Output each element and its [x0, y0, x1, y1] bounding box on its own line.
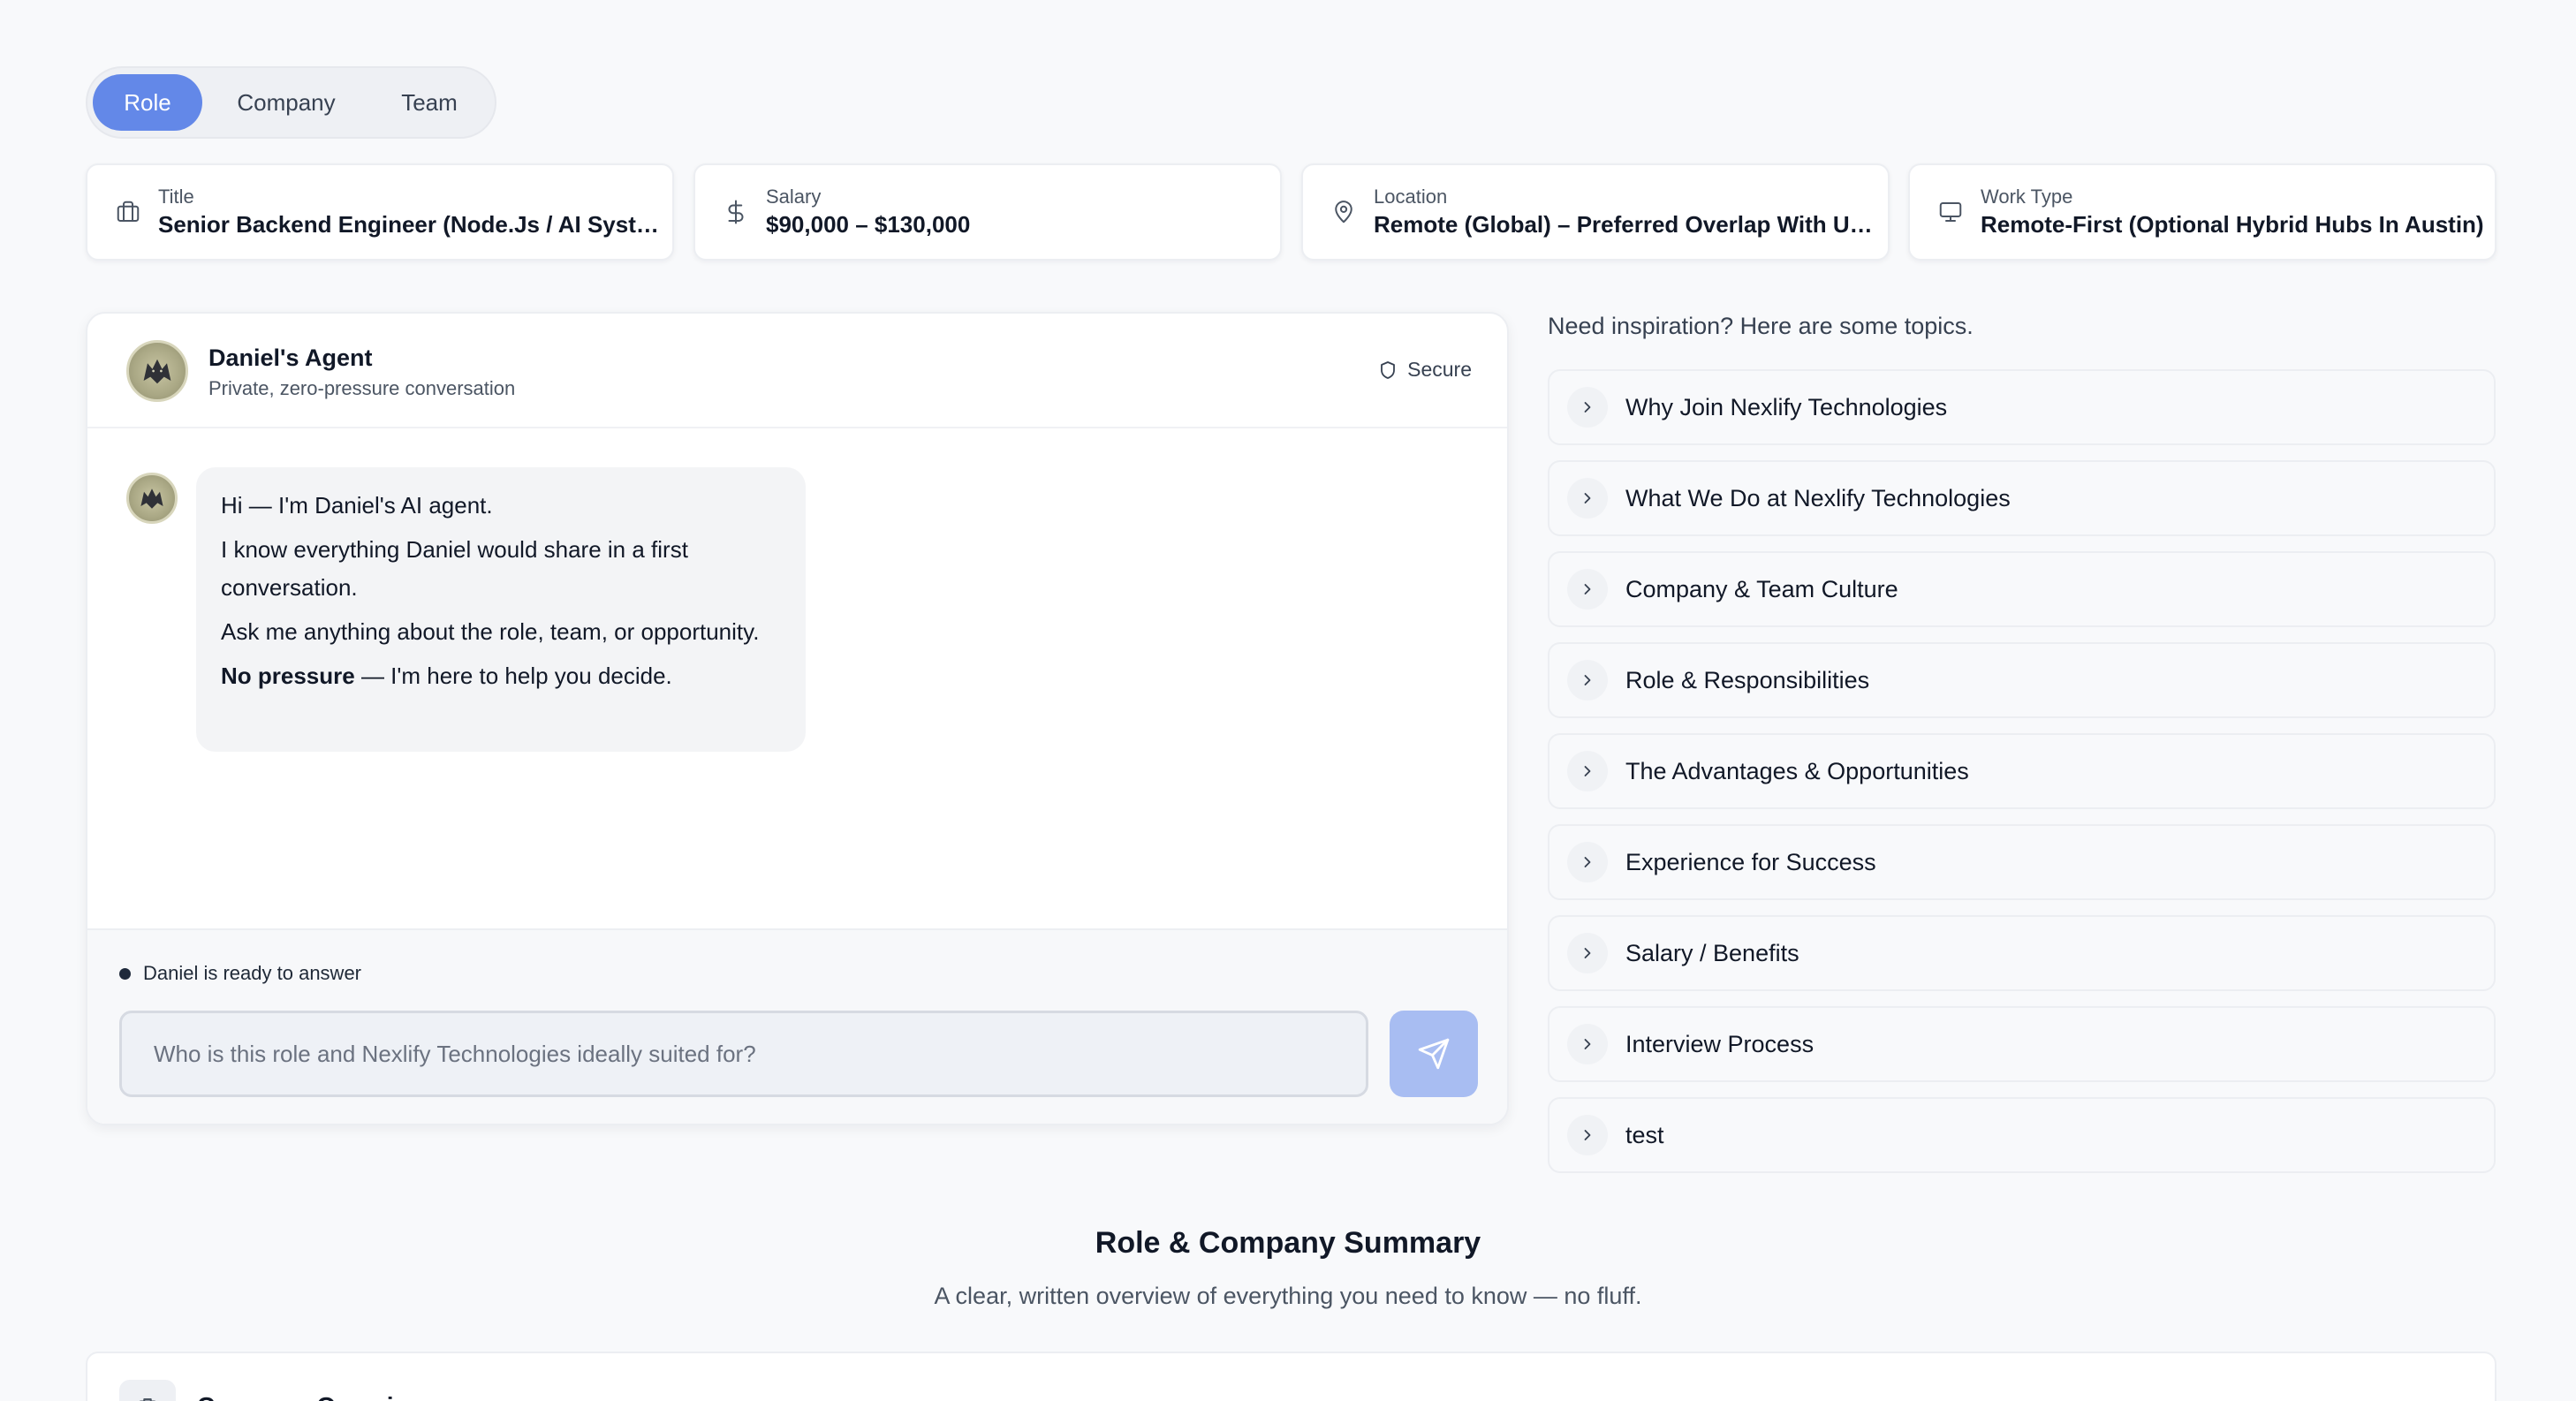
company-overview-title: Company Overview — [197, 1392, 427, 1401]
tab-team[interactable]: Team — [370, 74, 489, 131]
topic-label: What We Do at Nexlify Technologies — [1625, 484, 2011, 511]
building-icon — [119, 1380, 176, 1401]
chat-footer: Daniel is ready to answer — [87, 928, 1507, 1124]
topic-label: Experience for Success — [1625, 848, 1876, 875]
chevron-right-icon — [1567, 569, 1608, 610]
topic-label: Why Join Nexlify Technologies — [1625, 393, 1948, 420]
salary-value: $90,000 – $130,000 — [766, 211, 971, 238]
topic-item[interactable]: Company & Team Culture — [1548, 551, 2496, 627]
topic-label: Role & Responsibilities — [1625, 666, 1870, 693]
title-card: Title Senior Backend Engineer (Node.Js /… — [86, 163, 674, 261]
tab-company[interactable]: Company — [202, 74, 370, 131]
agent-message-bubble: Hi — I'm Daniel's AI agent. I know every… — [196, 467, 806, 752]
secure-label: Secure — [1407, 358, 1472, 381]
chat-input[interactable] — [119, 1011, 1368, 1097]
topics-heading: Need inspiration? Here are some topics. — [1548, 313, 1974, 339]
chevron-right-icon — [1567, 933, 1608, 973]
status-dot — [119, 967, 131, 980]
topic-item[interactable]: test — [1548, 1097, 2496, 1173]
status-indicator: Daniel is ready to answer — [119, 962, 361, 985]
send-button[interactable] — [1390, 1011, 1478, 1097]
chevron-right-icon — [1567, 478, 1608, 519]
chevron-right-icon — [1567, 751, 1608, 791]
topic-item[interactable]: Experience for Success — [1548, 824, 2496, 900]
topic-label: Salary / Benefits — [1625, 939, 1799, 966]
work-type-label: Work Type — [1981, 186, 2073, 208]
wolf-emblem-icon — [143, 359, 171, 384]
chevron-right-icon — [1567, 842, 1608, 882]
send-icon — [1418, 1038, 1450, 1070]
salary-card: Salary $90,000 – $130,000 — [693, 163, 1282, 261]
topic-item[interactable]: Why Join Nexlify Technologies — [1548, 369, 2496, 445]
dollar-icon — [720, 196, 752, 228]
location-card: Location Remote (Global) – Preferred Ove… — [1301, 163, 1890, 261]
message-emphasis: No pressure — [221, 663, 355, 689]
view-tabs: Role Company Team — [86, 66, 496, 139]
agent-avatar — [126, 340, 188, 402]
work-type-card: Work Type Remote-First (Optional Hybrid … — [1908, 163, 2496, 261]
shield-icon — [1381, 360, 1396, 379]
location-value: Remote (Global) – Preferred Overlap With… — [1374, 211, 1877, 238]
chevron-right-icon — [1567, 387, 1608, 428]
wolf-emblem-icon — [140, 488, 163, 509]
chat-header: Daniel's Agent Private, zero-pressure co… — [87, 314, 1507, 428]
message-line: I know everything Daniel would share in … — [221, 536, 688, 601]
company-overview-card: Company Overview — [86, 1352, 2496, 1401]
briefcase-icon — [112, 196, 144, 228]
topic-item[interactable]: The Advantages & Opportunities — [1548, 733, 2496, 809]
topic-label: The Advantages & Opportunities — [1625, 757, 1969, 784]
topic-label: test — [1625, 1121, 1664, 1148]
topic-item[interactable]: Interview Process — [1548, 1006, 2496, 1082]
agent-name: Daniel's Agent — [208, 345, 373, 371]
title-label: Title — [158, 186, 194, 208]
tab-role[interactable]: Role — [93, 74, 202, 131]
agent-subtitle: Private, zero-pressure conversation — [208, 377, 516, 399]
chevron-right-icon — [1567, 1115, 1608, 1155]
topic-label: Company & Team Culture — [1625, 575, 1898, 602]
title-value: Senior Backend Engineer (Node.Js / AI Sy… — [158, 211, 662, 238]
message-line-rest: — I'm here to help you decide. — [354, 663, 672, 689]
location-label: Location — [1374, 186, 1448, 208]
summary-subtitle: A clear, written overview of everything … — [934, 1283, 1642, 1309]
message-line: Hi — I'm Daniel's AI agent. — [221, 492, 493, 519]
chevron-right-icon — [1567, 660, 1608, 700]
topic-label: Interview Process — [1625, 1030, 1815, 1057]
salary-label: Salary — [766, 186, 822, 208]
topic-item[interactable]: What We Do at Nexlify Technologies — [1548, 460, 2496, 536]
status-text: Daniel is ready to answer — [143, 962, 362, 984]
map-pin-icon — [1328, 196, 1360, 228]
topic-item[interactable]: Salary / Benefits — [1548, 915, 2496, 991]
message-line: No pressure — I'm here to help you decid… — [221, 657, 781, 695]
monitor-icon — [1935, 196, 1966, 228]
secure-badge: Secure — [1377, 358, 1472, 382]
topic-item[interactable]: Role & Responsibilities — [1548, 642, 2496, 718]
chevron-right-icon — [1567, 1024, 1608, 1064]
message-avatar — [126, 473, 178, 524]
summary-title: Role & Company Summary — [1095, 1226, 1481, 1260]
work-type-value: Remote-First (Optional Hybrid Hubs In Au… — [1981, 211, 2484, 238]
chat-panel: Daniel's Agent Private, zero-pressure co… — [86, 312, 1509, 1125]
message-line: Ask me anything about the role, team, or… — [221, 618, 760, 645]
